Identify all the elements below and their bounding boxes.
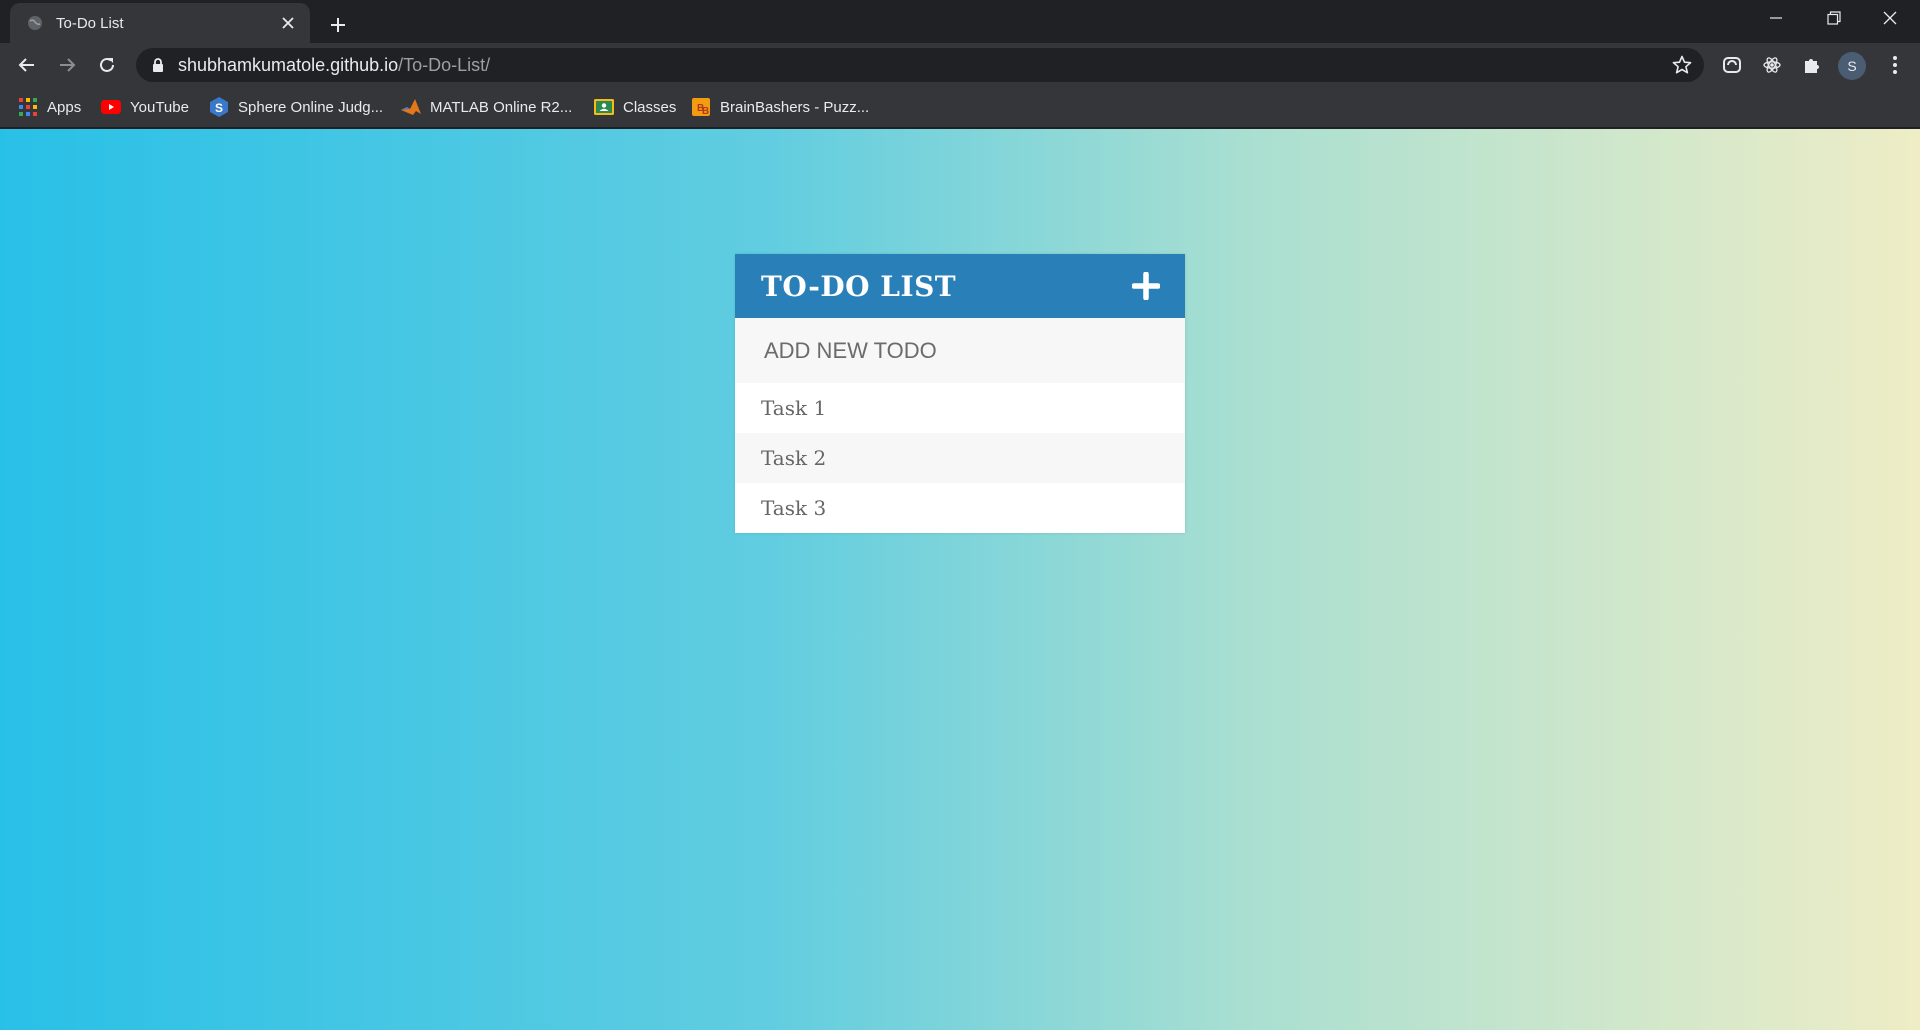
close-window-button[interactable] [1862,0,1918,36]
reload-button[interactable] [91,49,123,81]
todo-header: TO-DO LIST [735,254,1185,318]
todo-card: TO-DO LIST Task 1 Task 2 Task 3 [735,254,1185,533]
matlab-icon [401,97,421,117]
plus-icon[interactable] [1131,271,1161,301]
close-tab-icon[interactable] [276,11,300,35]
globe-icon [26,14,44,32]
todo-item[interactable]: Task 1 [735,383,1185,433]
bookmark-matlab[interactable]: MATLAB Online R2... [401,95,572,119]
svg-text:B: B [702,106,709,116]
bookmark-label: Apps [47,98,82,116]
bookmarks-bar: Apps YouTube S Sphere Online Judg... MAT… [0,86,1920,128]
minimize-window-button[interactable] [1748,0,1804,36]
todo-item[interactable]: Task 3 [735,483,1185,533]
url-text: shubhamkumatole.github.io/To-Do-List/ [178,55,490,76]
browser-toolbar: shubhamkumatole.github.io/To-Do-List/ S [0,43,1920,86]
url-host: shubhamkumatole.github.io [178,54,399,75]
lock-icon[interactable] [150,57,166,73]
forward-button[interactable] [51,49,83,81]
new-tab-button[interactable] [322,9,354,41]
bookmark-label: Sphere Online Judg... [238,98,384,116]
extension-icon[interactable] [1717,50,1747,80]
bookmark-label: BrainBashers - Puzz... [720,98,870,116]
browser-menu-icon[interactable] [1880,50,1910,80]
svg-text:S: S [215,101,223,115]
address-bar[interactable]: shubhamkumatole.github.io/To-Do-List/ [136,48,1704,82]
classroom-icon [594,97,614,117]
extensions-puzzle-icon[interactable] [1797,50,1827,80]
page-viewport: TO-DO LIST Task 1 Task 2 Task 3 [0,129,1920,1030]
tab-title: To-Do List [56,14,124,32]
todo-list: Task 1 Task 2 Task 3 [735,383,1185,533]
bookmark-youtube[interactable]: YouTube [101,95,189,119]
bookmark-label: YouTube [130,98,189,116]
bookmark-star-icon[interactable] [1672,55,1692,75]
apps-grid-icon [18,97,38,117]
profile-avatar[interactable]: S [1838,52,1866,80]
browser-tab[interactable]: To-Do List [10,3,310,43]
react-devtools-icon[interactable] [1757,50,1787,80]
brainbashers-icon: BB [691,97,711,117]
url-path: /To-Do-List/ [398,54,491,75]
back-button[interactable] [11,49,43,81]
restore-window-button[interactable] [1806,0,1862,36]
bookmark-label: Classes [623,98,677,116]
bookmark-spoj[interactable]: S Sphere Online Judg... [209,95,383,119]
new-todo-input[interactable] [735,318,1185,383]
bookmark-brainbashers[interactable]: BB BrainBashers - Puzz... [691,95,869,119]
bookmark-apps[interactable]: Apps [18,95,81,119]
bookmark-classes[interactable]: Classes [594,95,676,119]
browser-tab-strip: To-Do List [0,0,1920,43]
spoj-icon: S [209,97,229,117]
page-title: TO-DO LIST [761,269,957,303]
bookmark-label: MATLAB Online R2... [430,98,573,116]
todo-item[interactable]: Task 2 [735,433,1185,483]
youtube-icon [101,97,121,117]
